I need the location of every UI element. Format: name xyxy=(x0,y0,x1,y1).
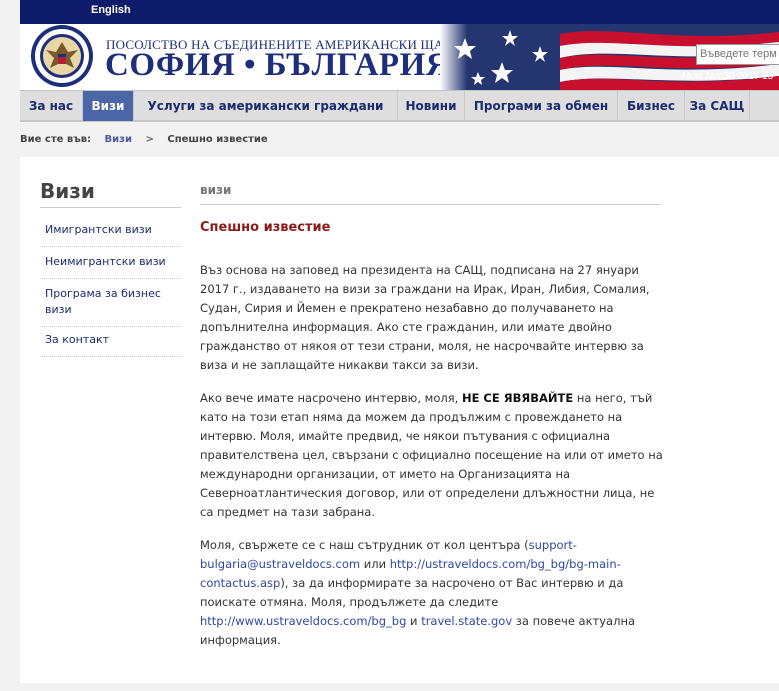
english-language-link[interactable]: English xyxy=(91,4,131,16)
breadcrumb-prefix: Вие сте във: xyxy=(20,134,92,145)
do-not-attend-warning: НЕ СЕ ЯВЯВАЙТЕ xyxy=(461,391,574,405)
article-paragraph-3: Моля, свържете се с наш сътрудник от кол… xyxy=(200,536,666,650)
article-paragraph-2: Ако вече имате насрочено интервю, моля, … xyxy=(200,389,666,522)
paragraph-3-text: Моля, свържете се с наш сътрудник от кол… xyxy=(200,538,529,552)
section-divider xyxy=(200,204,660,205)
section-label: визи xyxy=(200,183,232,197)
sidebar-item-contact[interactable]: За контакт xyxy=(40,324,181,357)
nav-item-about[interactable]: За нас xyxy=(20,91,83,121)
top-bar: English xyxy=(20,0,779,24)
nav-item-exchange-programs[interactable]: Програми за обмен xyxy=(465,91,618,121)
article-title: Спешно известие xyxy=(200,220,331,235)
paragraph-3-text-d: и xyxy=(406,614,422,628)
travel-state-gov-link[interactable]: travel.state.gov xyxy=(421,614,512,628)
ustraveldocs-link[interactable]: http://www.ustraveldocs.com/bg_bg xyxy=(200,614,406,628)
embassy-seal-logo[interactable] xyxy=(28,24,96,88)
nav-item-business[interactable]: Бизнес xyxy=(618,91,685,121)
sidebar-item-nonimmigrant-visas[interactable]: Неимигрантски визи xyxy=(40,246,181,279)
breadcrumb-link-visas[interactable]: Визи xyxy=(105,134,132,145)
paragraph-2-text-cont: на него, тъй като на този етап няма да м… xyxy=(200,391,663,519)
embassy-city-heading: СОФИЯ • БЪЛГАРИЯ xyxy=(105,47,451,83)
paragraph-3-text-b: или xyxy=(360,557,390,571)
nav-item-us-citizen-services[interactable]: Услуги за американски граждани xyxy=(134,91,398,121)
paragraph-2-text: Ако вече имате насрочено интервю, моля, xyxy=(200,391,462,405)
main-navigation: За нас Визи Услуги за американски гражда… xyxy=(20,90,779,122)
sidebar-title: Визи xyxy=(40,179,95,203)
nav-item-about-usa[interactable]: За САЩ xyxy=(685,91,750,121)
search-input[interactable]: Въведете терм xyxy=(696,44,779,65)
breadcrumb: Вие сте във: Визи > Спешно известие xyxy=(20,134,268,145)
current-date: Mon Jan 30 2017 15 xyxy=(682,71,774,82)
article-paragraph-1: Въз основа на заповед на президента на С… xyxy=(200,263,650,372)
breadcrumb-current: Спешно известие xyxy=(167,134,268,145)
sidebar-divider xyxy=(40,207,181,208)
content-panel: Визи Имигрантски визи Неимигрантски визи… xyxy=(20,157,779,683)
sidebar-item-business-visa-program[interactable]: Програма за бизнес визи xyxy=(40,278,181,327)
sidebar-item-immigrant-visas[interactable]: Имигрантски визи xyxy=(40,214,181,247)
nav-item-news[interactable]: Новини xyxy=(398,91,465,121)
nav-item-visas[interactable]: Визи xyxy=(83,91,134,121)
header-banner: ПОСОЛСТВО НА СЪЕДИНЕНИТЕ АМЕРИКАНСКИ ЩАТ… xyxy=(20,24,779,90)
breadcrumb-separator: > xyxy=(145,134,154,145)
